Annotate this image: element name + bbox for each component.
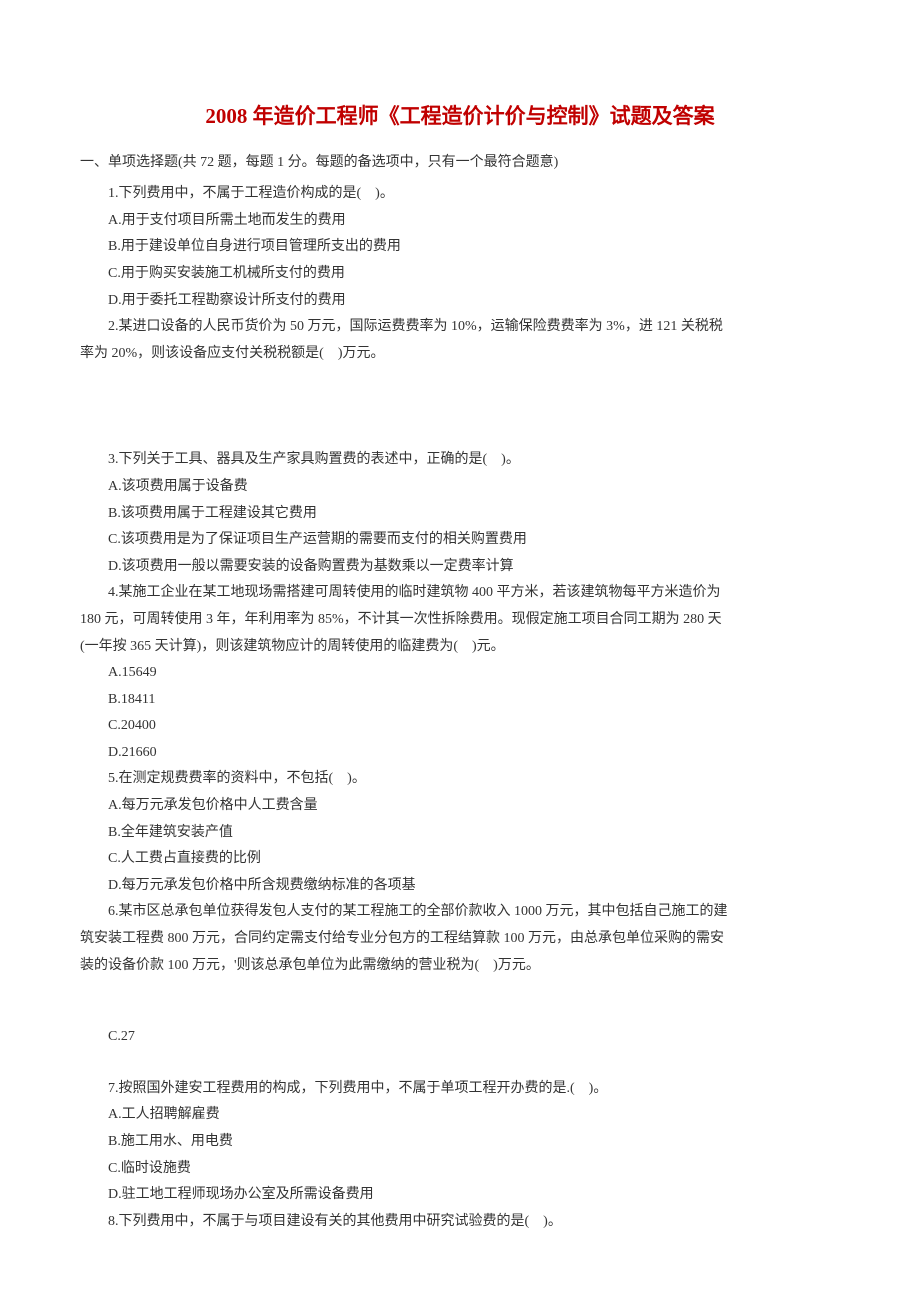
question-4-line1: 4.某施工企业在某工地现场需搭建可周转使用的临时建筑物 400 平方米，若该建筑… bbox=[108, 580, 840, 607]
blank-space bbox=[80, 979, 840, 1024]
q1-option-c: C.用于购买安装施工机械所支付的费用 bbox=[108, 261, 840, 288]
q6-option-c: C.27 bbox=[108, 1024, 840, 1051]
q2-line2: 率为 20%，则该设备应支付关税税额是( )万元。 bbox=[80, 341, 840, 368]
question-5: 5.在测定规费费率的资料中，不包括( )。 bbox=[108, 766, 840, 793]
question-4-line2: 180 元，可周转使用 3 年，年利用率为 85%，不计其一次性拆除费用。现假定… bbox=[80, 607, 840, 634]
section-header: 一、单项选择题(共 72 题，每题 1 分。每题的备选项中，只有一个最符合题意) bbox=[80, 150, 840, 175]
q3-option-a: A.该项费用属于设备费 bbox=[108, 474, 840, 501]
q3-option-b: B.该项费用属于工程建设其它费用 bbox=[108, 501, 840, 528]
q1-option-d: D.用于委托工程勘察设计所支付的费用 bbox=[108, 288, 840, 315]
q4-option-d: D.21660 bbox=[108, 740, 840, 767]
q3-option-c: C.该项费用是为了保证项目生产运营期的需要而支付的相关购置费用 bbox=[108, 527, 840, 554]
blank-space bbox=[80, 1051, 840, 1076]
question-3: 3.下列关于工具、器具及生产家具购置费的表述中，正确的是( )。 bbox=[108, 447, 840, 474]
q5-option-d: D.每万元承发包价格中所含规费缴纳标准的各项基 bbox=[108, 873, 840, 900]
q1-option-a: A.用于支付项目所需土地而发生的费用 bbox=[108, 208, 840, 235]
question-6-line2: 筑安装工程费 800 万元，合同约定需支付给专业分包方的工程结算款 100 万元… bbox=[80, 926, 840, 953]
q2-line1: 2.某进口设备的人民币货价为 50 万元，国际运费费率为 10%，运输保险费费率… bbox=[108, 314, 840, 341]
question-8: 8.下列费用中，不属于与项目建设有关的其他费用中研究试验费的是( )。 bbox=[108, 1209, 840, 1236]
q7-option-c: C.临时设施费 bbox=[108, 1156, 840, 1183]
q4-option-c: C.20400 bbox=[108, 713, 840, 740]
question-1: 1.下列费用中，不属于工程造价构成的是( )。 bbox=[108, 181, 840, 208]
question-7: 7.按照国外建安工程费用的构成，下列费用中，不属于单项工程开办费的是.( )。 bbox=[108, 1076, 840, 1103]
q5-option-b: B.全年建筑安装产值 bbox=[108, 820, 840, 847]
question-2: 2.某进口设备的人民币货价为 50 万元，国际运费费率为 10%，运输保险费费率… bbox=[108, 314, 840, 367]
q3-option-d: D.该项费用一般以需要安装的设备购置费为基数乘以一定费率计算 bbox=[108, 554, 840, 581]
q5-option-a: A.每万元承发包价格中人工费含量 bbox=[108, 793, 840, 820]
q4-option-b: B.18411 bbox=[108, 687, 840, 714]
document-page: 2008 年造价工程师《工程造价计价与控制》试题及答案 一、单项选择题(共 72… bbox=[0, 0, 920, 1295]
q4-option-a: A.15649 bbox=[108, 660, 840, 687]
document-title: 2008 年造价工程师《工程造价计价与控制》试题及答案 bbox=[80, 100, 840, 130]
q7-option-b: B.施工用水、用电费 bbox=[108, 1129, 840, 1156]
blank-space bbox=[80, 367, 840, 447]
question-4-line3: (一年按 365 天计算)，则该建筑物应计的周转使用的临建费为( )元。 bbox=[80, 634, 840, 661]
q7-option-d: D.驻工地工程师现场办公室及所需设备费用 bbox=[108, 1182, 840, 1209]
question-6-line3: 装的设备价款 100 万元，'则该总承包单位为此需缴纳的营业税为( )万元。 bbox=[80, 953, 840, 980]
q7-option-a: A.工人招聘解雇费 bbox=[108, 1102, 840, 1129]
q1-option-b: B.用于建设单位自身进行项目管理所支出的费用 bbox=[108, 234, 840, 261]
question-6-line1: 6.某市区总承包单位获得发包人支付的某工程施工的全部价款收入 1000 万元，其… bbox=[108, 899, 840, 926]
q5-option-c: C.人工费占直接费的比例 bbox=[108, 846, 840, 873]
